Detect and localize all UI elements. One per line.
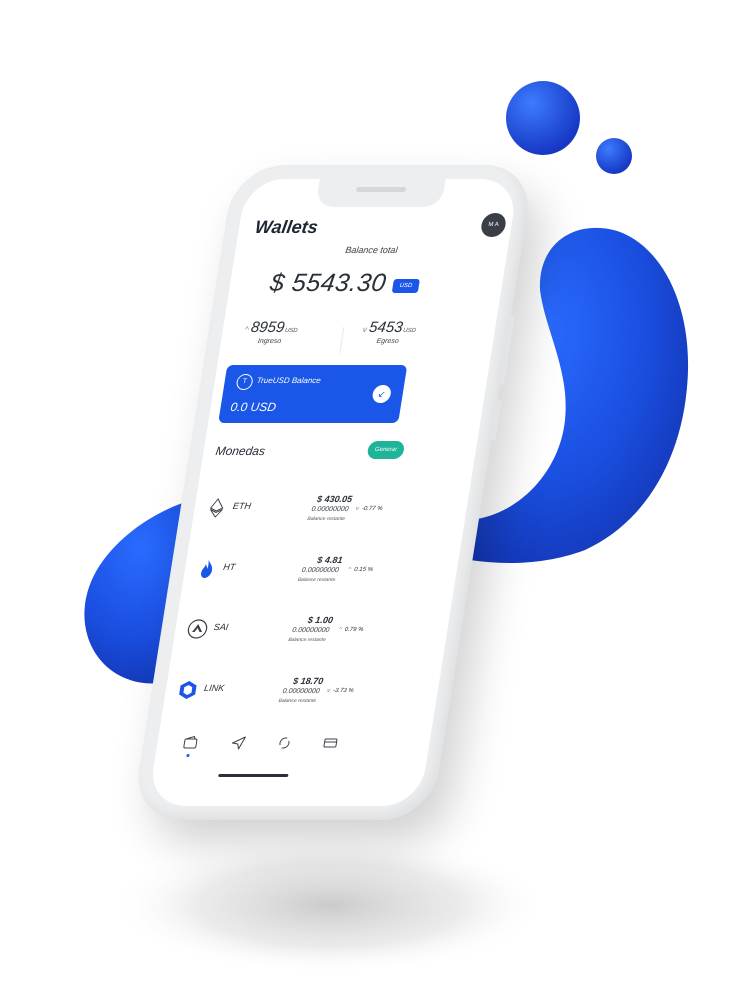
balance-label: Balance total xyxy=(344,245,399,255)
change-arrow-icon: ^ xyxy=(347,567,352,573)
coin-row-link[interactable]: LINK $ 18.70 0.00000000 Balance restante… xyxy=(160,676,389,730)
change-arrow-icon: ^ xyxy=(338,627,343,633)
currency-badge[interactable]: USD xyxy=(391,279,420,293)
home-indicator[interactable] xyxy=(218,774,289,777)
coin-change: v -0.77 % xyxy=(342,506,383,512)
coin-sub: Balance restante xyxy=(287,637,327,643)
coin-amount: 0.00000000 xyxy=(310,506,349,513)
coin-price: $ 4.81 xyxy=(316,555,344,565)
income-label: Ingreso xyxy=(257,338,282,345)
tab-exchange[interactable] xyxy=(274,734,295,752)
income-unit: USD xyxy=(284,328,298,334)
tab-wallet[interactable] xyxy=(180,734,201,757)
coin-row-sai[interactable]: SAI $ 1.00 0.00000000 Balance restante ^… xyxy=(169,615,398,669)
coin-sub: Balance restante xyxy=(278,698,317,704)
coin-row-ht[interactable]: HT $ 4.81 0.00000000 Balance restante ^ 0… xyxy=(179,555,408,609)
generate-button[interactable]: Generar xyxy=(366,441,406,459)
ethereum-icon xyxy=(209,498,224,518)
stats-row: ^8959USD Ingreso v5453USD Egreso xyxy=(218,319,496,359)
ball-large xyxy=(506,81,580,155)
ground-shadow xyxy=(110,835,550,975)
divider xyxy=(339,327,345,353)
card-icon xyxy=(323,738,338,748)
sai-icon xyxy=(187,619,208,639)
coin-change: ^ 0.15 % xyxy=(332,567,373,573)
card-value: 0.0 USD xyxy=(229,400,278,414)
coin-symbol: LINK xyxy=(203,683,225,693)
avatar[interactable]: M A xyxy=(479,213,508,237)
coin-sub: Balance restante xyxy=(306,516,346,522)
arrow-icon[interactable]: ↙ xyxy=(371,385,393,403)
tab-send[interactable] xyxy=(228,734,249,752)
change-value: -3.73 % xyxy=(332,688,355,694)
coin-price: $ 18.70 xyxy=(292,676,325,686)
change-value: 0.15 % xyxy=(353,567,374,573)
coin-price: $ 1.00 xyxy=(307,615,334,625)
change-arrow-icon: v xyxy=(326,688,331,694)
coin-change: ^ 0.79 % xyxy=(323,627,364,633)
coin-symbol: ETH xyxy=(232,501,252,511)
coin-amount: 0.00000000 xyxy=(282,688,321,695)
income-value: 8959 xyxy=(249,319,286,336)
expense-stat: v5453USD Egreso xyxy=(360,319,417,345)
tab-bar xyxy=(155,734,431,758)
page-title: Wallets xyxy=(253,217,320,237)
trueusd-logo-icon: T xyxy=(235,374,254,390)
coin-symbol: SAI xyxy=(213,622,230,632)
trueusd-card[interactable]: T TrueUSD Balance 0.0 USD ↙ xyxy=(218,365,408,423)
send-icon xyxy=(231,736,246,750)
card-name: TrueUSD Balance xyxy=(256,376,322,385)
coin-symbol: HT xyxy=(222,562,237,572)
coin-amount: 0.00000000 xyxy=(291,627,330,634)
down-arrow-icon: v xyxy=(362,325,368,334)
active-tab-indicator xyxy=(186,754,190,757)
coin-row-eth[interactable]: ETH $ 430.05 0.00000000 Balance restante… xyxy=(188,494,417,548)
coin-sub: Balance restante xyxy=(297,577,336,583)
expense-unit: USD xyxy=(402,328,417,334)
coin-change: v -3.73 % xyxy=(313,688,355,694)
expense-value: 5453 xyxy=(367,319,404,336)
change-arrow-icon: v xyxy=(355,506,360,512)
chainlink-icon xyxy=(179,681,197,699)
income-stat: ^8959USD Ingreso xyxy=(242,319,299,345)
ball-small xyxy=(596,138,632,174)
change-value: 0.79 % xyxy=(344,627,364,633)
wallet-icon xyxy=(183,735,198,749)
expense-label: Egreso xyxy=(375,338,400,345)
exchange-icon xyxy=(279,737,290,749)
section-title: Monedas xyxy=(214,444,267,458)
balance-amount: $ 5543.30 xyxy=(268,269,389,297)
huobi-flame-icon xyxy=(201,560,213,578)
coin-price: $ 430.05 xyxy=(316,494,353,504)
tab-card[interactable] xyxy=(320,734,341,752)
coin-amount: 0.00000000 xyxy=(301,567,340,574)
change-value: -0.77 % xyxy=(361,506,383,512)
up-arrow-icon: ^ xyxy=(244,325,250,334)
